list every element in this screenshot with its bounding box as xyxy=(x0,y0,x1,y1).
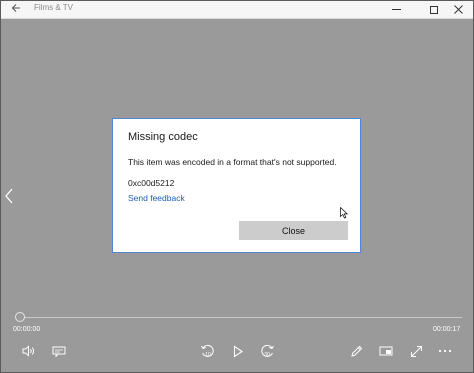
close-window-button[interactable] xyxy=(443,1,473,18)
mini-view-button[interactable] xyxy=(378,343,394,359)
minimize-icon xyxy=(391,9,401,10)
app-window: Films & TV Missing codec This item was e… xyxy=(0,0,474,373)
skip-back-seconds: 10 xyxy=(205,352,211,358)
total-time: 00:00:17 xyxy=(433,326,461,333)
back-arrow-icon[interactable] xyxy=(9,2,23,16)
close-icon xyxy=(453,5,463,14)
app-title: Films & TV xyxy=(34,3,73,12)
dialog-title: Missing codec xyxy=(128,131,198,143)
title-bar: Films & TV xyxy=(1,1,473,19)
edit-button[interactable] xyxy=(348,343,364,359)
fullscreen-button[interactable] xyxy=(408,343,424,359)
chevron-left-icon xyxy=(5,188,13,204)
mouse-cursor-icon xyxy=(340,206,349,219)
more-options-button[interactable] xyxy=(437,343,453,359)
minimize-button[interactable] xyxy=(381,1,411,18)
seek-thumb[interactable] xyxy=(15,312,25,322)
subtitles-button[interactable] xyxy=(51,343,67,359)
dialog-message: This item was encoded in a format that's… xyxy=(128,157,337,167)
skip-forward-button[interactable]: 30 xyxy=(259,343,275,359)
subtitles-icon xyxy=(52,346,66,357)
skip-forward-seconds: 30 xyxy=(264,352,270,358)
more-icon xyxy=(438,349,452,353)
error-code: 0xc00d5212 xyxy=(128,178,175,188)
maximize-icon xyxy=(430,5,438,14)
skip-back-button[interactable]: 10 xyxy=(200,343,216,359)
play-icon xyxy=(233,344,243,358)
play-button[interactable] xyxy=(230,343,246,359)
volume-button[interactable] xyxy=(21,343,37,359)
current-time: 00:00:00 xyxy=(13,326,41,333)
fullscreen-icon xyxy=(410,345,422,357)
send-feedback-link[interactable]: Send feedback xyxy=(128,193,185,203)
mini-view-icon xyxy=(379,346,393,356)
missing-codec-dialog: Missing codec This item was encoded in a… xyxy=(112,118,361,253)
pencil-icon xyxy=(350,345,362,357)
close-button[interactable]: Close xyxy=(239,221,348,240)
seek-bar[interactable] xyxy=(16,317,462,318)
volume-icon xyxy=(22,345,35,357)
previous-button[interactable] xyxy=(3,186,15,206)
